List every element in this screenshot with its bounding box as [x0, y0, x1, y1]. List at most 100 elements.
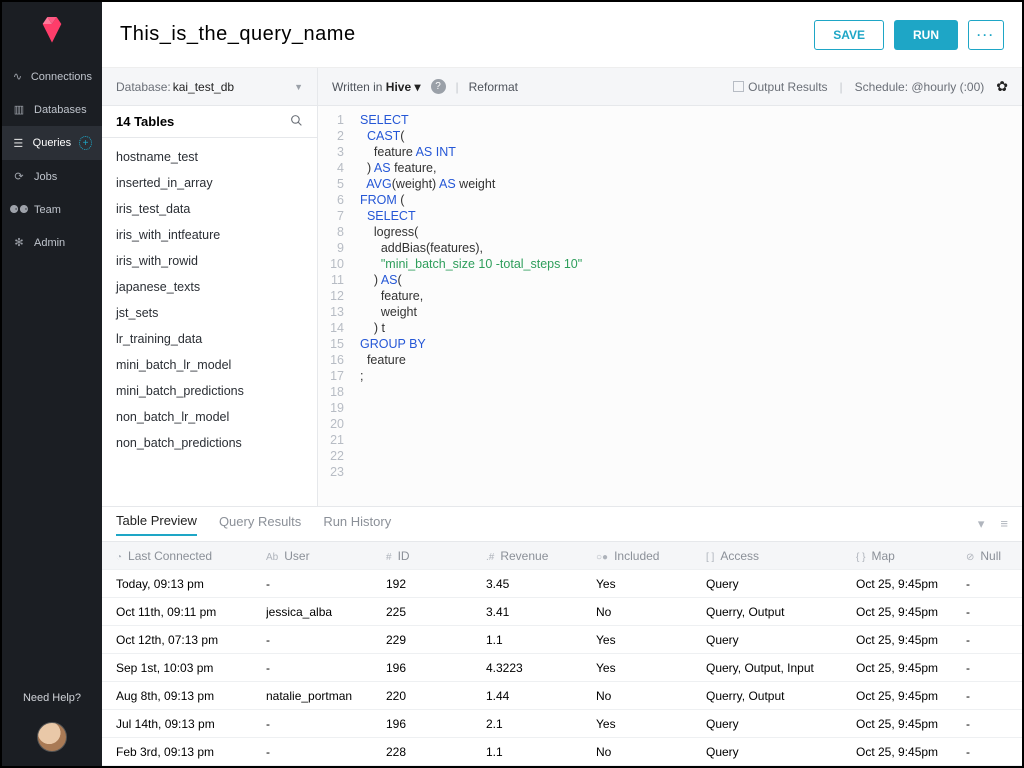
cell: -: [966, 661, 1024, 675]
cell: -: [966, 577, 1024, 591]
schedule-selector[interactable]: Schedule: @hourly (:00): [855, 80, 985, 94]
cell: -: [966, 717, 1024, 731]
code-editor[interactable]: 1234567891011121314151617181920212223 SE…: [318, 106, 1022, 506]
cell: Today, 09:13 pm: [116, 577, 266, 591]
tables-pane: Database: kai_test_db ▼ 14 Tables hostna…: [102, 68, 318, 506]
table-row[interactable]: Oct 11th, 09:11 pmjessica_alba2253.41NoQ…: [102, 598, 1022, 626]
sidebar-item-queries[interactable]: ☰Queries+: [2, 126, 102, 160]
table-row[interactable]: Jul 14th, 09:13 pm-1962.1YesQueryOct 25,…: [102, 710, 1022, 738]
tables-list: hostname_testinserted_in_arrayiris_test_…: [102, 138, 317, 506]
cell: -: [266, 661, 386, 675]
column-header[interactable]: #ID: [386, 549, 486, 563]
cell: Oct 25, 9:45pm: [856, 577, 966, 591]
results-panel: Table Preview Query Results Run History …: [102, 506, 1022, 766]
reformat-button[interactable]: Reformat: [469, 80, 518, 94]
column-header[interactable]: AbUser: [266, 549, 386, 563]
table-row[interactable]: Today, 09:13 pm-1923.45YesQueryOct 25, 9…: [102, 570, 1022, 598]
tab-run-history[interactable]: Run History: [323, 514, 391, 535]
more-button[interactable]: ···: [968, 20, 1004, 50]
collapse-icon[interactable]: ▾: [978, 516, 985, 532]
tab-table-preview[interactable]: Table Preview: [116, 513, 197, 536]
cell: No: [596, 745, 706, 759]
cell: Oct 25, 9:45pm: [856, 717, 966, 731]
gear-icon[interactable]: ✿: [996, 78, 1008, 95]
table-item[interactable]: mini_batch_predictions: [102, 378, 317, 404]
sidebar-item-connections[interactable]: ∿Connections: [2, 60, 102, 93]
cell: Sep 1st, 10:03 pm: [116, 661, 266, 675]
table-row[interactable]: Feb 3rd, 09:13 pm-2281.1NoQueryOct 25, 9…: [102, 738, 1022, 766]
results-grid: ◔Last ConnectedAbUser#ID.#Revenue○●Inclu…: [102, 541, 1022, 766]
cell: -: [966, 745, 1024, 759]
column-header[interactable]: [ ]Access: [706, 549, 856, 563]
database-icon: ▥: [12, 103, 26, 116]
cell: 2.1: [486, 717, 596, 731]
table-item[interactable]: mini_batch_lr_model: [102, 352, 317, 378]
sidebar-item-jobs[interactable]: ⟳Jobs: [2, 160, 102, 193]
table-item[interactable]: iris_with_rowid: [102, 248, 317, 274]
app-logo: [2, 2, 102, 60]
header: This_is_the_query_name SAVE RUN ···: [102, 2, 1022, 68]
cell: -: [266, 633, 386, 647]
table-item[interactable]: non_batch_lr_model: [102, 404, 317, 430]
tab-query-results[interactable]: Query Results: [219, 514, 301, 535]
table-item[interactable]: hostname_test: [102, 144, 317, 170]
save-button[interactable]: SAVE: [814, 20, 884, 50]
table-item[interactable]: jst_sets: [102, 300, 317, 326]
cell: Query: [706, 745, 856, 759]
language-selector[interactable]: Written in Hive ▾: [332, 80, 421, 94]
tables-count: 14 Tables: [116, 114, 174, 129]
editor-pane: Written in Hive ▾ ? | Reformat Output Re…: [318, 68, 1022, 506]
sidebar-item-databases[interactable]: ▥Databases: [2, 93, 102, 126]
run-button[interactable]: RUN: [894, 20, 958, 50]
database-selector[interactable]: Database: kai_test_db ▼: [102, 68, 317, 106]
cell: jessica_alba: [266, 605, 386, 619]
add-query-icon[interactable]: +: [79, 136, 92, 150]
output-results-toggle[interactable]: Output Results: [733, 80, 827, 94]
sidebar-item-admin[interactable]: ✻Admin: [2, 226, 102, 259]
search-icon[interactable]: [290, 114, 303, 130]
cell: Querry, Output: [706, 605, 856, 619]
cell: Yes: [596, 661, 706, 675]
cell: -: [966, 605, 1024, 619]
team-icon: ⚈⚈: [12, 203, 26, 216]
cell: Oct 12th, 07:13 pm: [116, 633, 266, 647]
query-name[interactable]: This_is_the_query_name: [120, 23, 356, 46]
table-item[interactable]: lr_training_data: [102, 326, 317, 352]
table-item[interactable]: iris_test_data: [102, 196, 317, 222]
cell: Oct 25, 9:45pm: [856, 745, 966, 759]
cell: Jul 14th, 09:13 pm: [116, 717, 266, 731]
avatar[interactable]: [37, 722, 67, 752]
cell: Yes: [596, 717, 706, 731]
table-item[interactable]: japanese_texts: [102, 274, 317, 300]
checkbox-icon: [733, 81, 744, 92]
column-header[interactable]: { }Map: [856, 549, 966, 563]
link-icon: ∿: [12, 70, 23, 83]
table-row[interactable]: Oct 12th, 07:13 pm-2291.1YesQueryOct 25,…: [102, 626, 1022, 654]
table-header-row: ◔Last ConnectedAbUser#ID.#Revenue○●Inclu…: [102, 542, 1022, 570]
menu-icon[interactable]: ≡: [1000, 516, 1008, 532]
column-header[interactable]: ○●Included: [596, 549, 706, 563]
cell: -: [966, 633, 1024, 647]
cell: 220: [386, 689, 486, 703]
cell: 228: [386, 745, 486, 759]
chevron-down-icon: ▼: [294, 82, 303, 92]
cell: Query, Output, Input: [706, 661, 856, 675]
table-row[interactable]: Sep 1st, 10:03 pm-1964.3223YesQuery, Out…: [102, 654, 1022, 682]
table-item[interactable]: non_batch_predictions: [102, 430, 317, 456]
cell: Feb 3rd, 09:13 pm: [116, 745, 266, 759]
column-header[interactable]: .#Revenue: [486, 549, 596, 563]
help-icon[interactable]: ?: [431, 79, 446, 94]
table-item[interactable]: iris_with_intfeature: [102, 222, 317, 248]
column-header[interactable]: ◔Last Connected: [116, 549, 266, 563]
help-link[interactable]: Need Help?: [2, 682, 102, 714]
cell: 3.45: [486, 577, 596, 591]
cell: Yes: [596, 577, 706, 591]
queries-icon: ☰: [12, 137, 25, 150]
tables-header: 14 Tables: [102, 106, 317, 138]
table-row[interactable]: Aug 8th, 09:13 pmnatalie_portman2201.44N…: [102, 682, 1022, 710]
code-body[interactable]: SELECT CAST( feature AS INT ) AS feature…: [352, 106, 590, 506]
table-item[interactable]: inserted_in_array: [102, 170, 317, 196]
column-header[interactable]: ⊘Null: [966, 549, 1024, 563]
sidebar-item-team[interactable]: ⚈⚈Team: [2, 193, 102, 226]
cell: Yes: [596, 633, 706, 647]
